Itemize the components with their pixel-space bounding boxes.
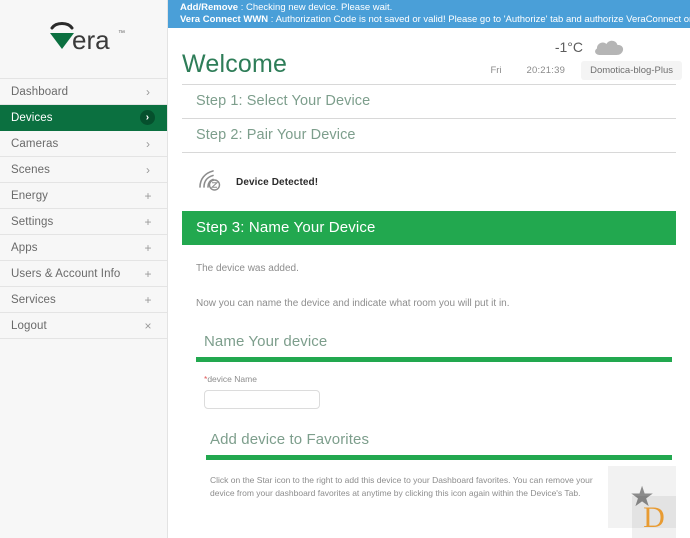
plus-icon: + [144,266,152,281]
day-label: Fri [490,64,502,76]
device-detected-row: Device Detected! [182,153,676,211]
sidebar-item-settings[interactable]: Settings + [0,209,167,235]
sidebar-nav: Dashboard › Devices › Cameras › Scenes ›… [0,78,167,339]
dashboard-overlay-badge: D [632,496,676,538]
notification-line-2: Vera Connect WWN : Authorization Code is… [180,14,690,26]
cloud-icon-svg [595,40,624,55]
plus-icon: + [144,240,152,255]
sidebar-item-label: Apps [11,241,38,254]
naming-instruction-text: Now you can name the device and indicate… [196,298,510,309]
vera-logo-mark: era ™ [38,16,130,62]
sidebar-item-label: Dashboard [11,85,69,98]
device-name-field-block: *device Name [182,362,676,409]
close-icon: × [144,318,152,333]
vera-logo-svg: era ™ [49,22,125,55]
notification-text: Authorization Code is not saved or valid… [275,13,690,25]
step-2-header[interactable]: Step 2: Pair Your Device [182,119,676,153]
step-3-header: Step 3: Name Your Device [182,211,676,245]
app-root: era ™ Dashboard › Devices › Cameras › Sc… [0,0,690,538]
notification-separator: : [238,2,246,13]
sidebar-item-label: Energy [11,189,49,202]
weather-row: -1°C [402,34,682,60]
sidebar-item-label: Users & Account Info [11,267,121,280]
wizard-content: Step 1: Select Your Device Step 2: Pair … [168,84,690,538]
sidebar-item-dashboard[interactable]: Dashboard › [0,79,167,105]
notification-text: Checking new device. Please wait. [246,2,393,13]
page-title: Welcome [182,50,288,78]
chevron-right-icon: › [145,162,151,177]
sidebar-item-devices[interactable]: Devices › [0,105,167,131]
sidebar: era ™ Dashboard › Devices › Cameras › Sc… [0,0,168,538]
device-name-label-text: device Name [207,374,257,384]
favorites-body: Click on the Star icon to the right to a… [182,460,676,538]
chevron-right-icon: › [145,84,151,99]
clock-time: 20:21:39 [526,64,566,76]
sidebar-item-apps[interactable]: Apps + [0,235,167,261]
sidebar-item-label: Settings [11,215,54,228]
device-name-label: *device Name [204,374,676,384]
step-1-header[interactable]: Step 1: Select Your Device [182,84,676,119]
notification-separator: : [268,13,276,25]
chevron-right-icon: › [145,136,151,151]
unit-selector[interactable]: Domotica-blog-Plus [581,60,682,80]
sidebar-item-energy[interactable]: Energy + [0,183,167,209]
plus-icon: + [144,292,152,307]
notification-banner: Add/Remove : Checking new device. Please… [168,0,690,28]
page-header: Welcome -1°C Fri 20:21:39 Domotica-blog-… [168,28,690,84]
sidebar-item-cameras[interactable]: Cameras › [0,131,167,157]
main-content: Add/Remove : Checking new device. Please… [168,0,690,538]
status-cluster: -1°C Fri 20:21:39 Domotica-blog-Plus [402,34,682,82]
cloud-icon [592,37,626,57]
sidebar-item-label: Devices [11,111,53,124]
sidebar-item-label: Logout [11,319,47,332]
sidebar-item-logout[interactable]: Logout × [0,313,167,339]
temperature-value: -1°C [554,39,583,55]
name-device-section-title: Name Your device [204,333,328,350]
device-detected-label: Device Detected! [236,176,319,188]
sidebar-item-label: Services [11,293,56,306]
svg-text:™: ™ [118,30,125,37]
device-added-text: The device was added. [196,263,299,274]
sidebar-item-label: Cameras [11,137,59,150]
sidebar-item-services[interactable]: Services + [0,287,167,313]
notification-key: Vera Connect WWN [180,13,269,25]
favorites-description: Click on the Star icon to the right to a… [210,475,593,498]
chevron-right-icon: › [140,110,155,125]
clock-row: Fri 20:21:39 Domotica-blog-Plus [402,60,682,80]
notification-line-1: Add/Remove : Checking new device. Please… [180,2,690,14]
wireless-signal-icon [196,168,222,197]
svg-text:era: era [72,25,110,55]
sidebar-item-scenes[interactable]: Scenes › [0,157,167,183]
plus-icon: + [144,214,152,229]
favorites-section-title: Add device to Favorites [210,431,370,448]
notification-key: Add/Remove [180,2,239,13]
brand-logo[interactable]: era ™ [0,0,167,78]
plus-icon: + [144,188,152,203]
device-name-input[interactable] [204,390,320,409]
sidebar-item-label: Scenes [11,163,50,176]
wireless-signal-icon-svg [199,169,221,191]
sidebar-item-users-account-info[interactable]: Users & Account Info + [0,261,167,287]
